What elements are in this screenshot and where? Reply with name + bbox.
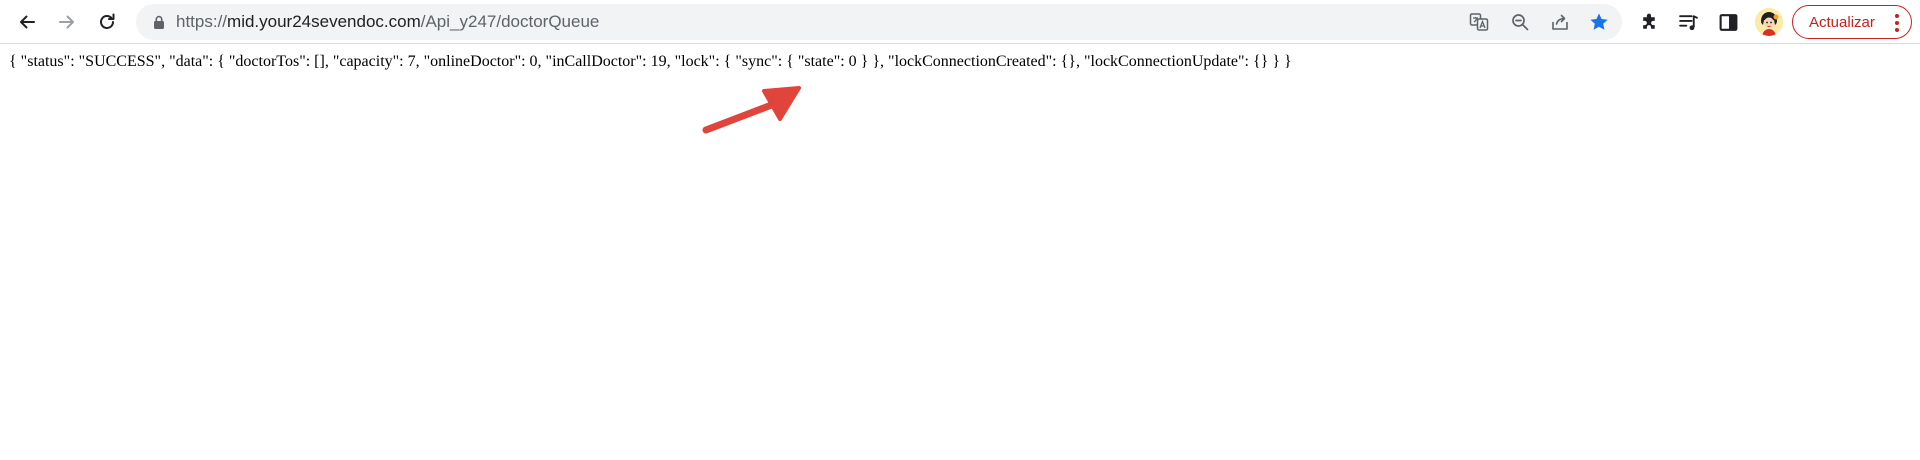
forward-button[interactable] bbox=[50, 5, 84, 39]
media-controls-button[interactable] bbox=[1672, 6, 1704, 38]
extensions-button[interactable] bbox=[1633, 6, 1665, 38]
lock-icon[interactable] bbox=[152, 15, 166, 29]
profile-avatar-icon bbox=[1755, 8, 1783, 36]
share-button[interactable] bbox=[1545, 7, 1575, 37]
back-button[interactable] bbox=[10, 5, 44, 39]
bookmark-button[interactable] bbox=[1584, 7, 1614, 37]
forward-arrow-icon bbox=[59, 15, 74, 29]
zoom-out-icon bbox=[1512, 14, 1529, 31]
reload-icon bbox=[100, 13, 115, 29]
menu-dots-icon bbox=[1895, 14, 1899, 32]
side-panel-button[interactable] bbox=[1712, 6, 1744, 38]
avatar[interactable] bbox=[1755, 8, 1783, 36]
update-button[interactable]: Actualizar bbox=[1792, 5, 1912, 39]
translate-icon bbox=[1469, 13, 1489, 31]
json-response-text: { "status": "SUCCESS", "data": { "doctor… bbox=[9, 53, 1292, 70]
media-queue-icon bbox=[1678, 14, 1698, 30]
red-annotation-arrow bbox=[702, 86, 801, 134]
translate-button[interactable] bbox=[1464, 7, 1494, 37]
url-host: mid.your24sevendoc.com bbox=[227, 12, 421, 31]
back-arrow-icon bbox=[20, 15, 35, 29]
address-bar[interactable]: https://mid.your24sevendoc.com/Api_y247/… bbox=[136, 4, 1622, 40]
star-icon bbox=[1590, 13, 1608, 30]
browser-toolbar: https://mid.your24sevendoc.com/Api_y247/… bbox=[0, 0, 1920, 44]
reload-button[interactable] bbox=[90, 5, 124, 39]
url-text[interactable]: https://mid.your24sevendoc.com/Api_y247/… bbox=[176, 4, 599, 40]
share-icon bbox=[1552, 14, 1568, 30]
url-path: /Api_y247/doctorQueue bbox=[420, 12, 600, 31]
update-button-label: Actualizar bbox=[1809, 13, 1875, 31]
puzzle-icon bbox=[1642, 13, 1655, 29]
side-panel-icon bbox=[1719, 13, 1737, 31]
zoom-button[interactable] bbox=[1505, 7, 1535, 37]
url-scheme: https:// bbox=[176, 12, 228, 31]
